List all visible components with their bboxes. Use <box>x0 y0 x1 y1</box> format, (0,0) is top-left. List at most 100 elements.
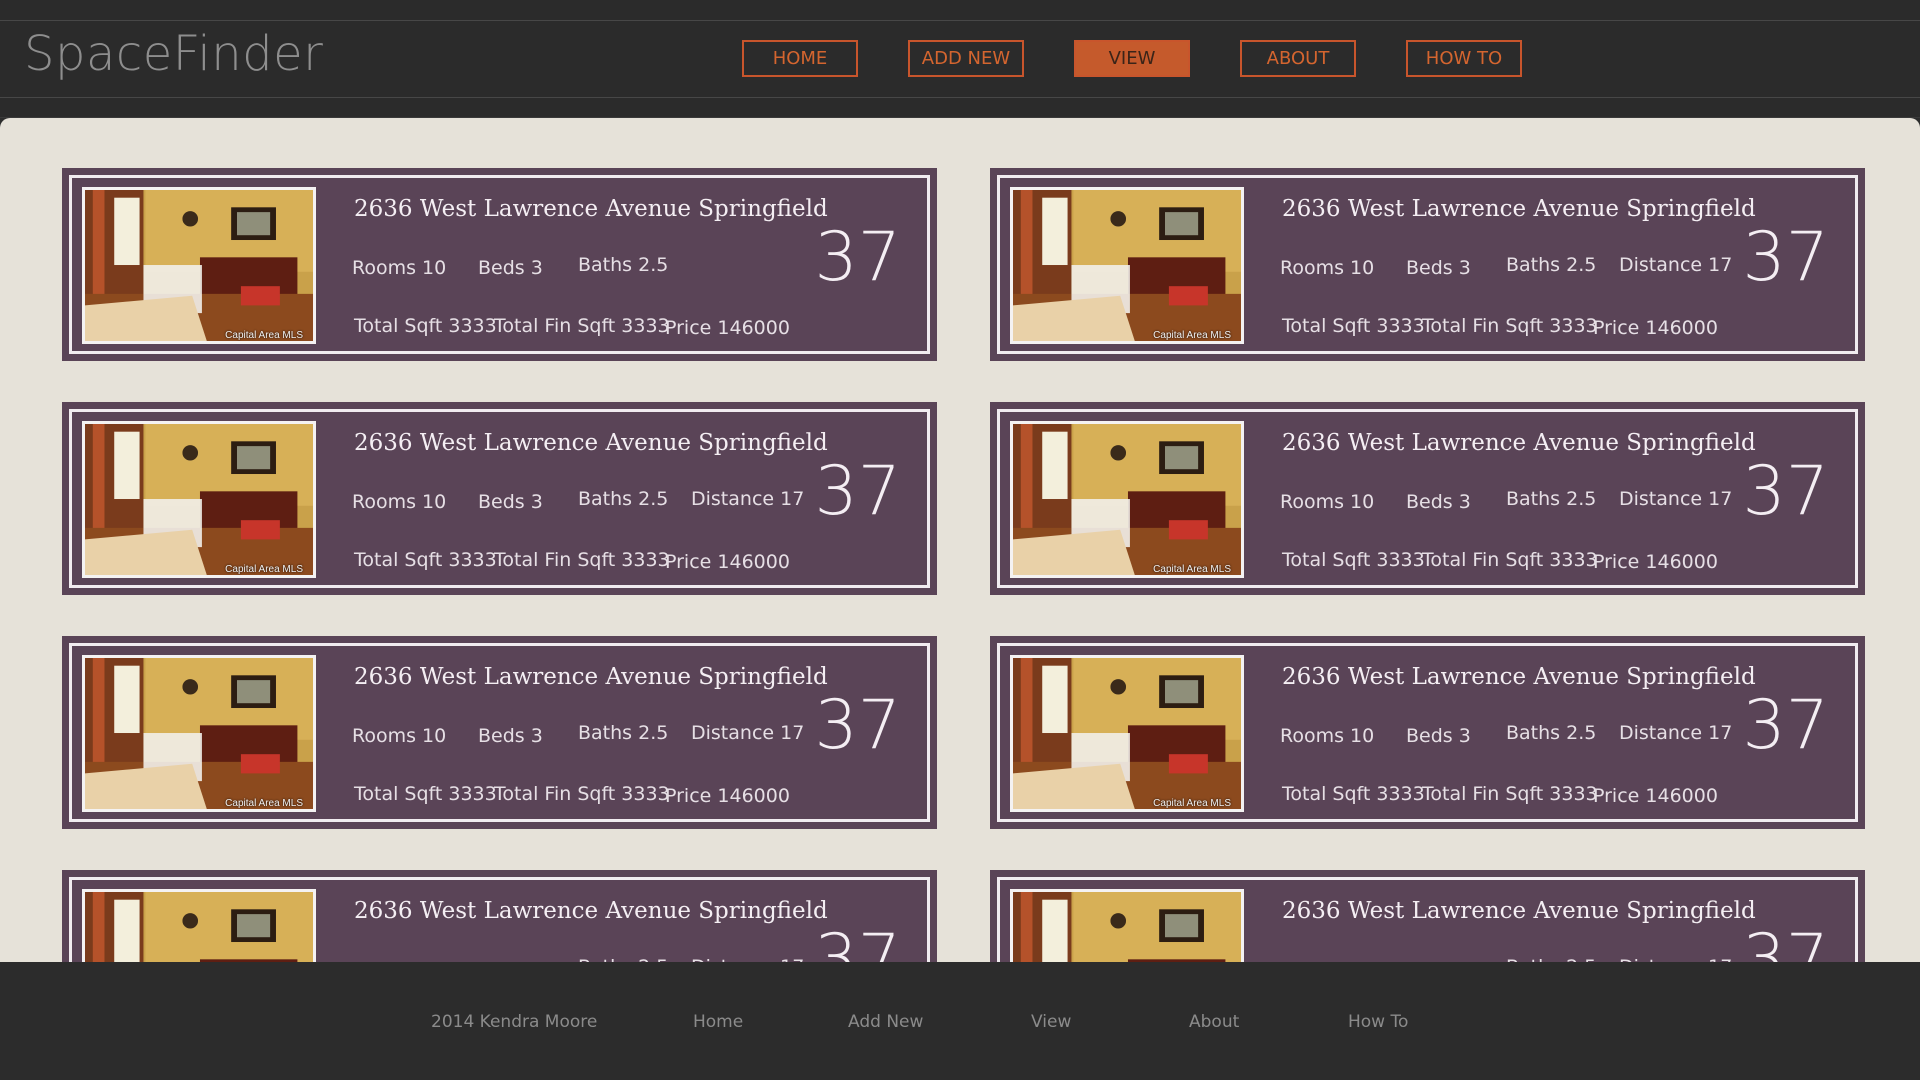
listing-address: 2636 West Lawrence Avenue Springfield <box>354 430 828 456</box>
listing-address: 2636 West Lawrence Avenue Springfield <box>1282 664 1756 690</box>
listing-beds: Beds 3 <box>478 491 543 513</box>
listing-beds: Beds 3 <box>1406 725 1471 747</box>
listing-baths: Baths 2.5 <box>578 722 669 744</box>
listing-card-frame: Capital Area MLS 2636 West Lawrence Aven… <box>997 409 1858 588</box>
listing-photo[interactable]: Capital Area MLS <box>1010 889 1244 962</box>
listing-card[interactable]: Capital Area MLS 2636 West Lawrence Aven… <box>990 636 1865 829</box>
footer-link-how-to[interactable]: How To <box>1348 1012 1408 1032</box>
listing-photo[interactable]: Capital Area MLS <box>1010 421 1244 578</box>
listing-grid: Capital Area MLS 2636 West Lawrence Aven… <box>62 168 1865 962</box>
listing-total-fin-sqft: Total Fin Sqft 3333 <box>1422 783 1598 805</box>
listing-total-sqft: Total Sqft 3333 <box>354 783 497 805</box>
listing-photo[interactable]: Capital Area MLS <box>1010 187 1244 344</box>
listing-price: Price 146000 <box>665 785 790 807</box>
listing-card[interactable]: Capital Area MLS 2636 West Lawrence Aven… <box>62 402 937 595</box>
listing-score: 37 <box>814 920 901 962</box>
listing-card[interactable]: Capital Area MLS 2636 West Lawrence Aven… <box>62 870 937 962</box>
listing-total-fin-sqft: Total Fin Sqft 3333 <box>1422 549 1598 571</box>
listing-distance: Distance 17 <box>691 488 805 510</box>
listing-total-sqft: Total Sqft 3333 <box>354 315 497 337</box>
listing-photo[interactable]: Capital Area MLS <box>82 889 316 962</box>
nav-home-button[interactable]: HOME <box>742 40 858 77</box>
listing-total-fin-sqft: Total Fin Sqft 3333 <box>494 783 670 805</box>
listing-baths: Baths 2.5 <box>578 488 669 510</box>
header-divider-bottom <box>0 97 1920 98</box>
listing-photo[interactable]: Capital Area MLS <box>82 187 316 344</box>
listing-price: Price 146000 <box>1593 551 1718 573</box>
listing-card-frame: Capital Area MLS 2636 West Lawrence Aven… <box>997 643 1858 822</box>
listing-score: 37 <box>1742 452 1829 531</box>
nav-add-new-button[interactable]: ADD NEW <box>908 40 1024 77</box>
listing-price: Price 146000 <box>1593 785 1718 807</box>
listing-photo[interactable]: Capital Area MLS <box>82 655 316 812</box>
site-logo[interactable]: SpaceFinder <box>24 26 323 82</box>
listing-rooms: Rooms 10 <box>1280 257 1375 279</box>
listing-price: Price 146000 <box>665 317 790 339</box>
nav-how-to-button[interactable]: HOW TO <box>1406 40 1522 77</box>
listing-card-frame: Capital Area MLS 2636 West Lawrence Aven… <box>69 409 930 588</box>
photo-watermark: Capital Area MLS <box>1153 798 1231 809</box>
listing-score: 37 <box>814 452 901 531</box>
listing-score: 37 <box>1742 920 1829 962</box>
listing-baths: Baths 2.5 <box>1506 722 1597 744</box>
footer-link-about[interactable]: About <box>1189 1012 1239 1032</box>
photo-watermark: Capital Area MLS <box>225 330 303 341</box>
listing-card[interactable]: Capital Area MLS 2636 West Lawrence Aven… <box>62 168 937 361</box>
listing-photo[interactable]: Capital Area MLS <box>82 421 316 578</box>
listing-price: Price 146000 <box>1593 317 1718 339</box>
listing-total-fin-sqft: Total Fin Sqft 3333 <box>494 315 670 337</box>
footer-copyright: 2014 Kendra Moore <box>431 1012 598 1032</box>
listing-rooms: Rooms 10 <box>1280 725 1375 747</box>
listing-card-frame: Capital Area MLS 2636 West Lawrence Aven… <box>69 877 930 962</box>
listing-distance: Distance 17 <box>691 722 805 744</box>
photo-watermark: Capital Area MLS <box>1153 330 1231 341</box>
listing-baths: Baths 2.5 <box>578 254 669 276</box>
listing-distance: Distance 17 <box>1619 722 1733 744</box>
listing-rooms: Rooms 10 <box>352 725 447 747</box>
nav-view-button[interactable]: VIEW <box>1074 40 1190 77</box>
listing-score: 37 <box>1742 218 1829 297</box>
listing-address: 2636 West Lawrence Avenue Springfield <box>354 898 828 924</box>
listing-rooms: Rooms 10 <box>1280 491 1375 513</box>
listing-beds: Beds 3 <box>478 257 543 279</box>
listing-address: 2636 West Lawrence Avenue Springfield <box>1282 196 1756 222</box>
listing-address: 2636 West Lawrence Avenue Springfield <box>1282 430 1756 456</box>
listing-score: 37 <box>1742 686 1829 765</box>
listing-total-fin-sqft: Total Fin Sqft 3333 <box>1422 315 1598 337</box>
photo-watermark: Capital Area MLS <box>1153 564 1231 575</box>
listing-card[interactable]: Capital Area MLS 2636 West Lawrence Aven… <box>62 636 937 829</box>
listing-photo[interactable]: Capital Area MLS <box>1010 655 1244 812</box>
listing-beds: Beds 3 <box>1406 257 1471 279</box>
listing-card-frame: Capital Area MLS 2636 West Lawrence Aven… <box>69 175 930 354</box>
listing-rooms: Rooms 10 <box>352 491 447 513</box>
listing-beds: Beds 3 <box>1406 491 1471 513</box>
listing-total-sqft: Total Sqft 3333 <box>1282 315 1425 337</box>
listing-card[interactable]: Capital Area MLS 2636 West Lawrence Aven… <box>990 168 1865 361</box>
listing-rooms: Rooms 10 <box>352 257 447 279</box>
listing-card[interactable]: Capital Area MLS 2636 West Lawrence Aven… <box>990 870 1865 962</box>
site-footer: 2014 Kendra Moore Home Add New View Abou… <box>0 962 1920 1080</box>
listing-total-sqft: Total Sqft 3333 <box>1282 783 1425 805</box>
listing-score: 37 <box>814 686 901 765</box>
listing-beds: Beds 3 <box>478 725 543 747</box>
listing-address: 2636 West Lawrence Avenue Springfield <box>1282 898 1756 924</box>
listing-total-sqft: Total Sqft 3333 <box>354 549 497 571</box>
listing-card-frame: Capital Area MLS 2636 West Lawrence Aven… <box>997 877 1858 962</box>
nav-about-button[interactable]: ABOUT <box>1240 40 1356 77</box>
site-header: SpaceFinder HOME ADD NEW VIEW ABOUT HOW … <box>0 0 1920 118</box>
listing-address: 2636 West Lawrence Avenue Springfield <box>354 196 828 222</box>
listing-distance: Distance 17 <box>1619 254 1733 276</box>
header-divider-top <box>0 20 1920 21</box>
photo-watermark: Capital Area MLS <box>225 798 303 809</box>
listing-total-fin-sqft: Total Fin Sqft 3333 <box>494 549 670 571</box>
listing-card[interactable]: Capital Area MLS 2636 West Lawrence Aven… <box>990 402 1865 595</box>
footer-link-add-new[interactable]: Add New <box>848 1012 923 1032</box>
main-nav: HOME ADD NEW VIEW ABOUT HOW TO <box>742 40 1522 77</box>
listing-price: Price 146000 <box>665 551 790 573</box>
footer-link-view[interactable]: View <box>1031 1012 1071 1032</box>
listing-card-frame: Capital Area MLS 2636 West Lawrence Aven… <box>69 643 930 822</box>
listing-card-frame: Capital Area MLS 2636 West Lawrence Aven… <box>997 175 1858 354</box>
footer-link-home[interactable]: Home <box>693 1012 743 1032</box>
listing-total-sqft: Total Sqft 3333 <box>1282 549 1425 571</box>
listing-distance: Distance 17 <box>1619 488 1733 510</box>
